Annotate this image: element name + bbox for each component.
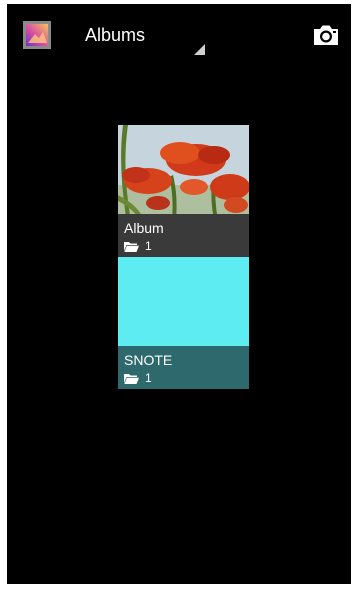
spinner-label: Albums [85, 25, 146, 45]
album-caption: Album 1 [118, 214, 249, 257]
album-name: Album [124, 220, 164, 236]
spinner-arrow-icon [194, 44, 205, 55]
album-name: SNOTE [124, 352, 173, 368]
folder-icon [124, 373, 139, 384]
album-caption: SNOTE 1 [118, 346, 249, 389]
folder-icon [124, 241, 139, 252]
album-tile-album[interactable]: Album 1 [118, 125, 249, 257]
gallery-app-icon[interactable] [23, 21, 51, 49]
albums-spinner[interactable]: Albums [71, 14, 211, 56]
camera-icon[interactable] [311, 20, 341, 50]
action-bar: Albums [7, 4, 351, 60]
album-grid: Album 1 SNOTE 1 [118, 125, 249, 389]
album-count-row: 1 [124, 239, 152, 253]
album-item-count: 1 [145, 371, 152, 385]
album-tile-snote[interactable]: SNOTE 1 [118, 257, 249, 389]
album-count-row: 1 [124, 371, 152, 385]
album-item-count: 1 [145, 239, 152, 253]
device-screen: Albums Album 1 SNOTE 1 [7, 4, 351, 584]
